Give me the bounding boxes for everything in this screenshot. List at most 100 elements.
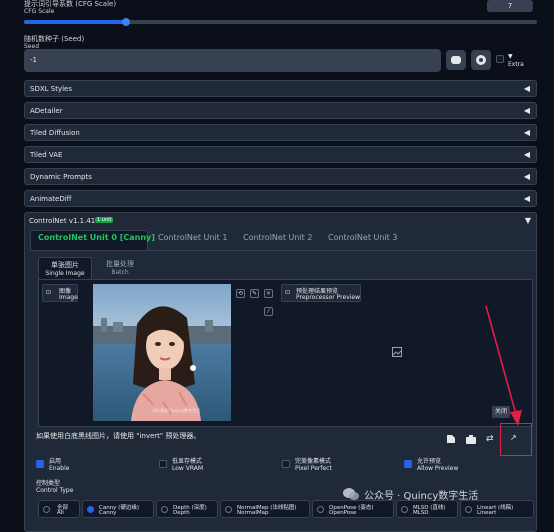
extra-checkbox[interactable] bbox=[496, 55, 504, 63]
collapse-arrow-icon: ◀ bbox=[523, 106, 530, 115]
panel-adetailer[interactable]: ADetailer ◀ bbox=[24, 102, 537, 119]
panel-title: Tiled VAE bbox=[30, 151, 63, 159]
image-label-chip: ⊡ 图像 Image bbox=[42, 284, 78, 302]
subtab-single-image[interactable]: 单张图片 Single Image bbox=[38, 257, 92, 279]
photo-watermark: AI小姐姐 Quincy数字生活 bbox=[153, 408, 201, 413]
pixel-perfect-label-cn: 完美像素模式 bbox=[295, 458, 332, 465]
collapse-arrow-icon: ◀ bbox=[523, 84, 530, 93]
tab-divider bbox=[30, 250, 537, 251]
control-type-depth[interactable]: Depth (深度) Depth bbox=[156, 500, 218, 518]
image-label-en: Image bbox=[59, 294, 78, 301]
panel-tiled-diffusion[interactable]: Tiled Diffusion ◀ bbox=[24, 124, 537, 141]
control-type-label-en: Depth bbox=[173, 510, 190, 516]
allow-preview-checkbox[interactable] bbox=[404, 460, 412, 468]
cfg-scale-label-en: CFG Scale bbox=[24, 8, 55, 15]
control-type-lineart[interactable]: Lineart (线稿) Lineart bbox=[460, 500, 534, 518]
pixel-perfect-label-en: Pixel Perfect bbox=[295, 465, 332, 472]
edit-icon[interactable]: ✎ bbox=[250, 289, 259, 298]
tab-unit-3[interactable]: ControlNet Unit 3 bbox=[328, 233, 397, 242]
collapse-arrow-icon: ◀ bbox=[523, 150, 530, 159]
subtab-batch-label-en: Batch bbox=[111, 269, 129, 276]
seed-input[interactable]: -1 bbox=[24, 49, 441, 72]
control-type-label-en: Canny bbox=[99, 510, 117, 516]
cfg-scale-label: 提示词引导系数 (CFG Scale) CFG Scale bbox=[24, 0, 116, 15]
seed-value: -1 bbox=[30, 56, 37, 64]
collapse-arrow-icon: ◀ bbox=[523, 128, 530, 137]
preview-label-en: Preprocessor Preview bbox=[296, 294, 360, 301]
control-type-label-en: Lineart bbox=[477, 510, 497, 516]
uploaded-photo[interactable]: AI小姐姐 Quincy数字生活 bbox=[93, 284, 231, 421]
radio-selected-icon bbox=[87, 506, 94, 513]
radio-icon bbox=[161, 506, 168, 513]
pixel-perfect-label: 完美像素模式 Pixel Perfect bbox=[295, 458, 332, 472]
low-vram-checkbox[interactable] bbox=[159, 460, 167, 468]
enable-label-en: Enable bbox=[49, 465, 70, 472]
panel-title: Dynamic Prompts bbox=[30, 173, 92, 181]
wechat-watermark-text: 公众号 · Quincy数字生活 bbox=[364, 491, 479, 502]
subtab-batch[interactable]: 批量处理 Batch bbox=[98, 259, 142, 279]
tab-unit-2[interactable]: ControlNet Unit 2 bbox=[243, 233, 312, 242]
enable-label: 启用 Enable bbox=[49, 458, 69, 472]
control-type-all[interactable]: 全部 All bbox=[38, 500, 80, 518]
new-canvas-icon[interactable] bbox=[446, 434, 456, 444]
cfg-scale-value-box[interactable]: 7 bbox=[487, 0, 533, 12]
dice-icon bbox=[451, 56, 461, 64]
controlnet-header[interactable]: ControlNet v1.1.411 1 unit ▼ bbox=[24, 212, 537, 230]
low-vram-label: 低显存模式 Low VRAM bbox=[172, 458, 203, 472]
invert-hint-text: 如果使用白底黑线图片，请使用 "invert" 预处理器。 bbox=[36, 432, 201, 440]
preprocessor-preview-chip: ⊡ 预处理结果预览 Preprocessor Preview bbox=[281, 284, 361, 302]
control-type-label-en: NormalMap bbox=[237, 510, 269, 516]
allow-preview-label-en: Allow Preview bbox=[417, 465, 459, 472]
pixel-perfect-checkbox[interactable] bbox=[282, 460, 290, 468]
control-type-openpose[interactable]: OpenPose (姿态) OpenPose bbox=[312, 500, 394, 518]
random-seed-button[interactable] bbox=[446, 50, 466, 70]
panel-title: Tiled Diffusion bbox=[30, 129, 80, 137]
radio-icon bbox=[317, 506, 324, 513]
extra-arrow-icon: ▼ bbox=[508, 53, 513, 60]
panel-title: AnimateDiff bbox=[30, 195, 72, 203]
panel-dynamic-prompts[interactable]: Dynamic Prompts ◀ bbox=[24, 168, 537, 185]
control-type-label-en: MLSD bbox=[413, 510, 429, 516]
tab-unit-1[interactable]: ControlNet Unit 1 bbox=[158, 233, 227, 242]
subtab-single-label-en: Single Image bbox=[45, 270, 85, 277]
cfg-scale-value: 7 bbox=[507, 2, 513, 10]
subtab-single-label-cn: 单张图片 bbox=[51, 261, 79, 269]
control-type-label-en: OpenPose bbox=[329, 510, 357, 516]
panel-sdxl-styles[interactable]: SDXL Styles ◀ bbox=[24, 80, 537, 97]
control-type-label-en: All bbox=[57, 510, 64, 516]
panel-tiled-vae[interactable]: Tiled VAE ◀ bbox=[24, 146, 537, 163]
collapse-arrow-icon: ▼ bbox=[524, 216, 531, 225]
close-icon[interactable]: × bbox=[264, 289, 273, 298]
seed-label: 随机数种子 (Seed) Seed bbox=[24, 34, 84, 50]
enable-label-cn: 启用 bbox=[49, 458, 62, 465]
control-type-normalmap[interactable]: NormalMap (法线贴图) NormalMap bbox=[220, 500, 310, 518]
allow-preview-label-cn: 允许预览 bbox=[417, 458, 442, 465]
panel-title: SDXL Styles bbox=[30, 85, 72, 93]
radio-icon bbox=[401, 506, 408, 513]
control-type-label: 控制类型 Control Type bbox=[36, 480, 73, 494]
image-placeholder-icon bbox=[392, 347, 402, 357]
control-type-canny[interactable]: Canny (硬边缘) Canny bbox=[82, 500, 154, 518]
low-vram-label-cn: 低显存模式 bbox=[172, 458, 203, 465]
allow-preview-label: 允许预览 Allow Preview bbox=[417, 458, 458, 472]
collapse-arrow-icon: ◀ bbox=[523, 172, 530, 181]
reuse-seed-button[interactable] bbox=[471, 50, 491, 70]
control-type-label-cn: 控制类型 bbox=[36, 480, 61, 487]
low-vram-label-en: Low VRAM bbox=[172, 465, 204, 472]
cfg-scale-slider-thumb[interactable] bbox=[122, 18, 130, 26]
controlnet-title: ControlNet v1.1.411 bbox=[29, 217, 100, 225]
tab-unit-0[interactable]: ControlNet Unit 0 [Canny] bbox=[38, 233, 155, 242]
extra-label: Extra bbox=[508, 61, 524, 68]
camera-icon[interactable] bbox=[466, 435, 476, 444]
brush-icon[interactable]: ⁄ bbox=[264, 307, 273, 316]
panel-animatediff[interactable]: AnimateDiff ◀ bbox=[24, 190, 537, 207]
cfg-scale-slider-fill bbox=[24, 20, 126, 24]
panel-title: ADetailer bbox=[30, 107, 63, 115]
collapse-arrow-icon: ◀ bbox=[523, 194, 530, 203]
control-type-mlsd[interactable]: MLSD (直线) MLSD bbox=[396, 500, 458, 518]
control-type-label-en: Control Type bbox=[36, 487, 74, 494]
subtab-batch-label-cn: 批量处理 bbox=[106, 260, 134, 268]
preview-icon: ⊡ bbox=[285, 289, 291, 296]
enable-checkbox[interactable] bbox=[36, 460, 44, 468]
reset-icon[interactable]: ⟲ bbox=[236, 289, 245, 298]
